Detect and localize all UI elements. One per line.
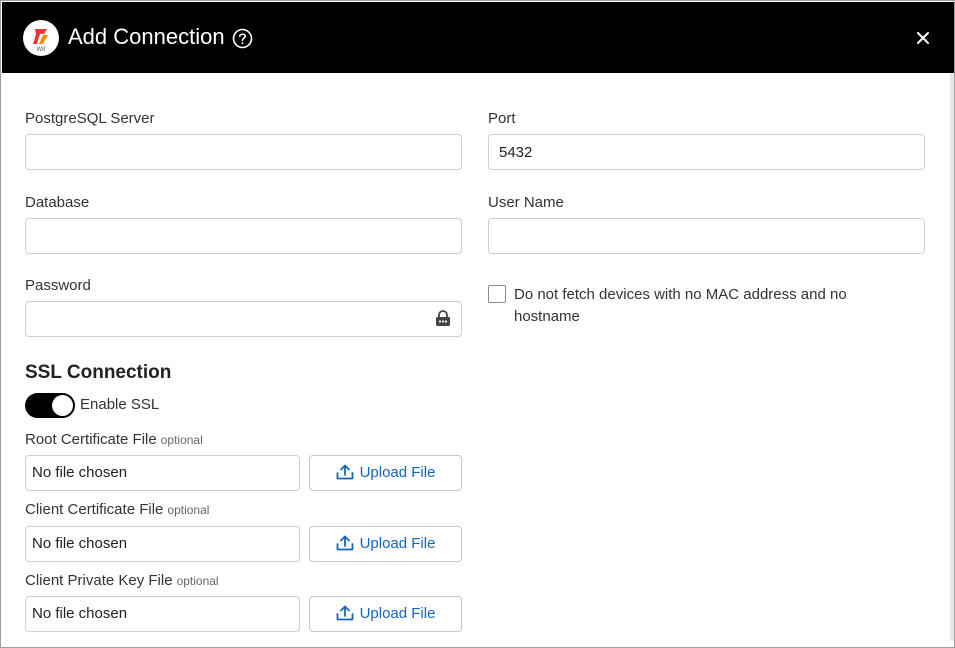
upload-icon [336, 605, 353, 621]
dialog-scrollbar[interactable] [950, 73, 954, 641]
client-key-upload-button[interactable]: Upload File [309, 596, 462, 632]
root-cert-upload-button[interactable]: Upload File [309, 455, 462, 491]
upload-icon [336, 535, 353, 551]
client-cert-label: Client Certificate File optional [25, 501, 209, 519]
add-connection-dialog: WII Add Connection PostgreSQL Server Por… [0, 0, 955, 648]
server-input[interactable] [25, 134, 462, 170]
dialog-header: WII Add Connection [2, 2, 954, 73]
optional-tag: optional [160, 433, 203, 447]
upload-button-label: Upload File [359, 605, 436, 622]
ssl-section-title: SSL Connection [25, 362, 172, 383]
toggle-knob [52, 395, 73, 416]
upload-icon [336, 464, 353, 480]
upload-button-label: Upload File [359, 535, 436, 552]
close-icon[interactable] [914, 29, 932, 47]
client-key-file-field: No file chosen [25, 596, 300, 632]
upload-button-label: Upload File [359, 464, 436, 481]
enable-ssl-toggle[interactable] [25, 393, 75, 418]
brand-logo: WII [23, 20, 59, 56]
database-label: Database [25, 194, 90, 211]
client-cert-upload-button[interactable]: Upload File [309, 526, 462, 562]
client-key-label-text: Client Private Key File [25, 572, 173, 589]
password-label: Password [25, 277, 91, 294]
server-label: PostgreSQL Server [25, 110, 155, 127]
root-cert-file-field: No file chosen [25, 455, 300, 491]
client-key-label: Client Private Key File optional [25, 572, 219, 590]
help-circle-icon[interactable] [232, 28, 253, 49]
optional-tag: optional [176, 574, 219, 588]
root-cert-label-text: Root Certificate File [25, 431, 157, 448]
client-cert-label-text: Client Certificate File [25, 501, 164, 518]
port-label: Port [488, 110, 516, 127]
optional-tag: optional [167, 503, 210, 517]
username-input[interactable] [488, 218, 925, 254]
root-cert-label: Root Certificate File optional [25, 431, 203, 449]
port-input[interactable] [488, 134, 925, 170]
database-input[interactable] [25, 218, 462, 254]
no-mac-checkbox-label[interactable]: Do not fetch devices with no MAC address… [514, 284, 874, 328]
username-label: User Name [488, 194, 564, 211]
enable-ssl-label: Enable SSL [80, 396, 160, 413]
password-input[interactable] [25, 301, 462, 337]
dialog-title: Add Connection [68, 24, 225, 49]
client-cert-file-field: No file chosen [25, 526, 300, 562]
logo-text: WII [37, 47, 46, 53]
lock-icon[interactable] [435, 310, 451, 327]
no-mac-checkbox[interactable] [488, 285, 506, 303]
